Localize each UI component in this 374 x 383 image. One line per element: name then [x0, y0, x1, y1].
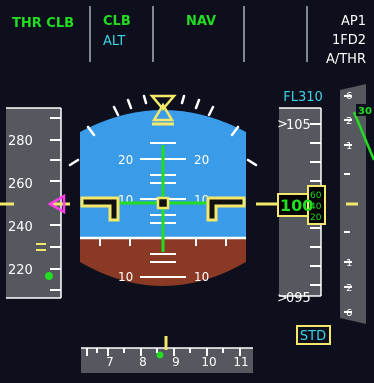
fma-lateral-mode: NAV	[186, 14, 216, 29]
pitch-label-20-right: 20	[194, 153, 209, 167]
fma-athr-status: A/THR	[326, 52, 366, 67]
vs-label-lower-6: 6	[346, 308, 352, 319]
heading-label-7: 7	[106, 355, 114, 369]
pfd-svg: THR CLB CLB ALT NAV AP1 1FD2 A/THR 280 2…	[0, 6, 374, 373]
pitch-label-minus10-left: 10	[118, 270, 133, 284]
green-dot-speed	[45, 272, 53, 280]
pitch-label-minus10-right: 10	[194, 270, 209, 284]
speed-tape: 280 260 240 220	[0, 107, 70, 299]
pitch-label-20-left: 20	[118, 153, 133, 167]
altitude-drum-lower: 20	[310, 213, 322, 223]
fma-ap-status: AP1	[341, 14, 366, 29]
vs-label-upper-1: 1	[346, 141, 352, 152]
aircraft-center-square	[156, 196, 170, 210]
baro-setting: STD	[300, 329, 326, 344]
primary-flight-display: THR CLB CLB ALT NAV AP1 1FD2 A/THR 280 2…	[0, 0, 374, 383]
fma-fd-status: 1FD2	[332, 33, 366, 48]
speed-label-260: 260	[8, 177, 33, 192]
vs-value: 30	[358, 106, 372, 117]
heading-tape: 7 8 9 10 11	[81, 336, 253, 373]
vs-label-lower-2: 2	[346, 283, 352, 294]
heading-label-11: 11	[233, 355, 248, 369]
track-diamond	[156, 351, 164, 359]
speed-label-240: 240	[8, 220, 33, 235]
fma-vertical-armed: ALT	[103, 34, 125, 49]
heading-label-9: 9	[172, 355, 180, 369]
speed-label-280: 280	[8, 134, 33, 149]
fma-bar: THR CLB CLB ALT NAV AP1 1FD2 A/THR	[12, 6, 366, 67]
vertical-speed-indicator: 6 2 1 1 2 6 30	[340, 84, 374, 324]
heading-label-8: 8	[139, 355, 147, 369]
altitude-label-095: 095	[286, 291, 311, 306]
selected-altitude: FL310	[283, 90, 323, 105]
fma-vertical-mode: CLB	[103, 14, 131, 29]
heading-label-10: 10	[201, 355, 216, 369]
altitude-drum-upper: 60	[310, 191, 322, 201]
altitude-drum-mid: 40	[310, 202, 322, 212]
current-altitude: 100	[280, 196, 313, 215]
vs-label-upper-6: 6	[346, 91, 352, 102]
vs-label-lower-1: 1	[346, 258, 352, 269]
vs-label-upper-2: 2	[346, 116, 352, 127]
ground	[80, 238, 246, 286]
altitude-tape: FL310 > 105 > 095 100 60 40 20 STD	[256, 90, 331, 345]
altitude-label-105: 105	[286, 118, 311, 133]
fma-autothrust-mode: THR CLB	[12, 16, 74, 31]
speed-label-220: 220	[8, 263, 33, 278]
pitch-label-10-left: 10	[118, 193, 133, 207]
